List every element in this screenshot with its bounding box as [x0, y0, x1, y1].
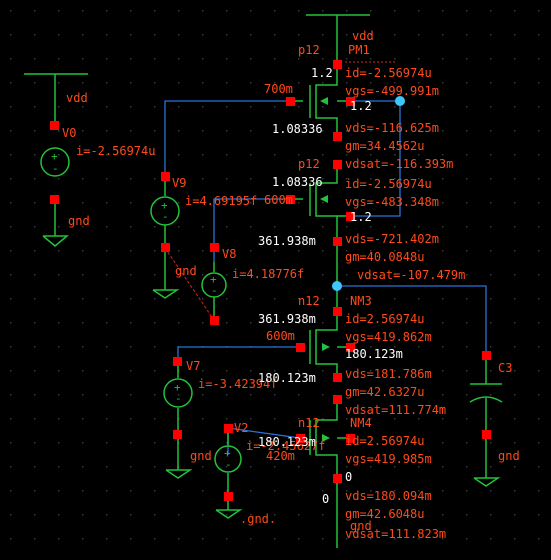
v0-bottom-net-label: gnd — [68, 214, 90, 228]
pm2-drain-voltage: 361.938m — [258, 234, 316, 248]
nm3-param-2: vds=181.786m — [345, 367, 432, 381]
gnd-label-v2: .gnd. — [240, 512, 276, 526]
v9-name: V9 — [172, 176, 186, 190]
nm4-name: NM4 — [350, 416, 372, 430]
pm1-param-4: vdsat=-116.393m — [345, 157, 453, 171]
nm4-param-4: vdsat=111.823m — [345, 527, 446, 541]
c3-gnd-label: gnd — [498, 449, 520, 463]
nm4-param-0: id=2.56974u — [345, 434, 424, 448]
v7-name: V7 — [186, 359, 200, 373]
nm3-name: NM3 — [350, 294, 372, 308]
pm1-name: PM1 — [348, 43, 370, 57]
svg-text:-: - — [211, 284, 218, 297]
svg-text:-: - — [225, 458, 232, 471]
nm3-model: n12 — [298, 294, 320, 308]
v0-name: V0 — [62, 126, 76, 140]
v8-name: V8 — [222, 247, 236, 261]
c3-name: C3 — [498, 361, 512, 375]
nm3-param-1: vgs=419.862m — [345, 330, 432, 344]
pm1-param-1: vgs=-499.991m — [345, 84, 439, 98]
nm4-param-1: vgs=419.985m — [345, 452, 432, 466]
pm1-gate-voltage: 700m — [264, 82, 293, 96]
pm2-gate-voltage: 600m — [264, 193, 293, 207]
pm2-param-0: id=-2.56974u — [345, 177, 432, 191]
v0-current: i=-2.56974u — [76, 144, 155, 158]
nm3-param-0: id=2.56974u — [345, 312, 424, 326]
nm3-param-3: gm=42.6327u — [345, 385, 424, 399]
nm4-model: n12 — [298, 416, 320, 430]
svg-text:-: - — [175, 392, 182, 405]
gnd-label-v7: gnd — [190, 449, 212, 463]
nm4-bulk-voltage: 0 — [345, 470, 352, 484]
svg-text:-: - — [52, 162, 59, 175]
pm1-param-0: id=-2.56974u — [345, 66, 432, 80]
pm1-source-voltage: 1.2 — [350, 99, 372, 113]
vdd-net-label: vdd — [352, 29, 374, 43]
nm4-drain-voltage: 180.123m — [258, 435, 316, 449]
nm4-param-3: gm=42.6048u — [345, 507, 424, 521]
nm3-gate-voltage: 600m — [266, 329, 295, 343]
v2-name: V2 — [234, 421, 248, 435]
nm4-source-voltage: 0 — [322, 492, 329, 506]
pm2-bulk-voltage: 1.2 — [350, 210, 372, 224]
nm3-drain-voltage: 361.938m — [258, 312, 316, 326]
net-junction-out[interactable] — [332, 281, 342, 291]
pm1-drain-voltage: 1.08336 — [272, 122, 323, 136]
pm1-param-3: gm=34.4562u — [345, 139, 424, 153]
pm2-param-4: vdsat=-107.479m — [357, 268, 465, 282]
pm1-bulk-voltage: 1.2 — [311, 66, 333, 80]
nm4-gate-voltage: 420m — [266, 449, 295, 463]
pm2-source-voltage: 1.08336 — [272, 175, 323, 189]
nm3-bulk-voltage: 180.123m — [345, 347, 403, 361]
svg-text:-: - — [162, 210, 169, 223]
schematic-canvas: +- +- +- +- +- vdd vdd gnd gnd gnd .gnd.… — [0, 0, 551, 560]
v8-current: i=4.18776f — [232, 267, 304, 281]
pm2-param-1: vgs=-483.348m — [345, 195, 439, 209]
pm2-param-2: vds=-721.402m — [345, 232, 439, 246]
nm3-param-4: vdsat=111.774m — [345, 403, 446, 417]
nm3-source-voltage: 180.123m — [258, 371, 316, 385]
v9-bottom-net-label: gnd — [175, 264, 197, 278]
pm1-model: p12 — [298, 43, 320, 57]
pm2-param-3: gm=40.0848u — [345, 250, 424, 264]
pm1-param-2: vds=-116.625m — [345, 121, 439, 135]
v9-current: i=4.69195f — [185, 194, 257, 208]
v0-top-net-label: vdd — [66, 91, 88, 105]
nm4-param-2: vds=180.094m — [345, 489, 432, 503]
pm2-model: p12 — [298, 157, 320, 171]
